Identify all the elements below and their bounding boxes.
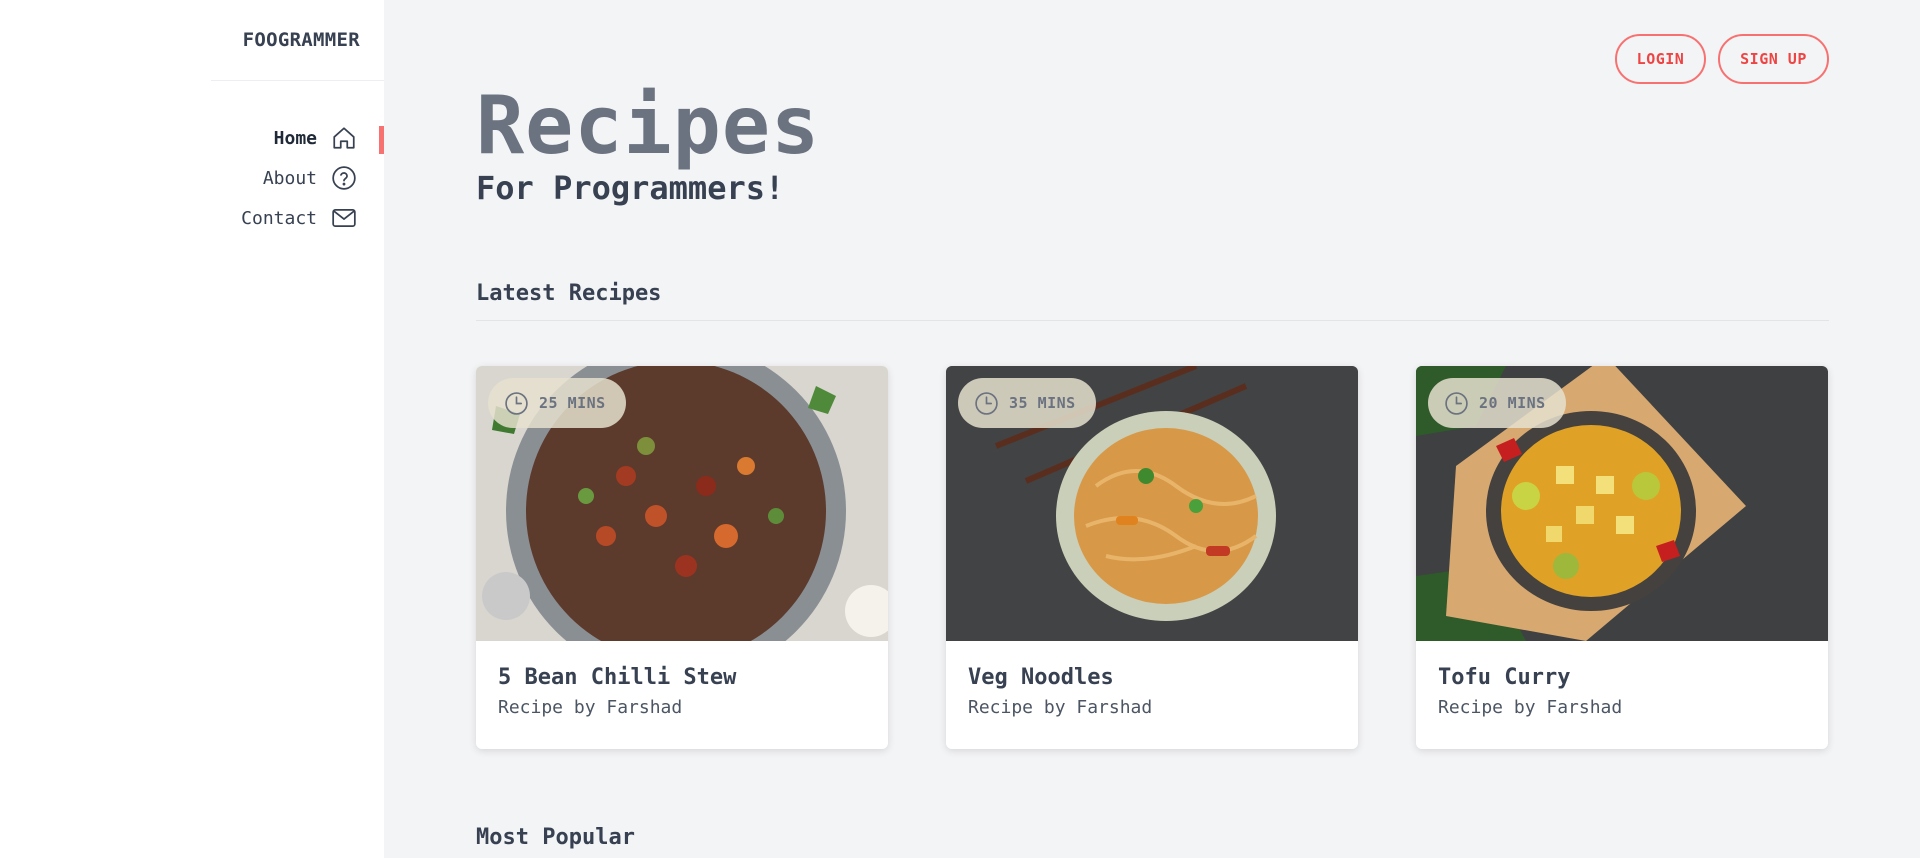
cook-time-badge: 20 MINS: [1428, 378, 1566, 428]
sidebar-item-about[interactable]: About: [0, 158, 384, 198]
sidebar-item-home[interactable]: Home: [0, 118, 384, 158]
sidebar: FOOGRAMMER Home About Contact: [0, 0, 384, 858]
recipe-image: 20 MINS: [1416, 366, 1828, 641]
home-icon: [331, 125, 357, 151]
signup-button[interactable]: SIGN UP: [1718, 34, 1829, 84]
recipe-title: Veg Noodles: [968, 665, 1114, 690]
sidebar-item-label: Contact: [241, 207, 317, 229]
recipe-author: Recipe by Farshad: [1438, 697, 1623, 718]
cook-time: 35 MINS: [1009, 394, 1076, 412]
brand-container: FOOGRAMMER: [211, 0, 384, 81]
page-title: Recipes: [476, 79, 821, 172]
sidebar-item-label: About: [262, 167, 317, 189]
clock-icon: [1445, 391, 1468, 415]
recipe-card-body: 5 Bean Chilli Stew Recipe by Farshad: [476, 641, 888, 740]
recipe-author: Recipe by Farshad: [498, 697, 683, 718]
page-subtitle: For Programmers!: [476, 169, 785, 207]
latest-recipes-list: 25 MINS 5 Bean Chilli Stew Recipe by Far…: [476, 366, 1829, 749]
latest-recipes-heading: Latest Recipes: [476, 281, 1829, 321]
sidebar-nav: Home About Contact: [0, 118, 384, 238]
envelope-icon: [331, 205, 357, 231]
auth-buttons: LOGIN SIGN UP: [1615, 34, 1829, 84]
cook-time-badge: 35 MINS: [958, 378, 1096, 428]
recipe-image: 25 MINS: [476, 366, 888, 641]
clock-icon: [505, 391, 528, 415]
recipe-card[interactable]: 20 MINS Tofu Curry Recipe by Farshad: [1416, 366, 1828, 749]
clock-icon: [975, 391, 998, 415]
recipe-author: Recipe by Farshad: [968, 697, 1153, 718]
recipe-image: 35 MINS: [946, 366, 1358, 641]
cook-time: 25 MINS: [539, 394, 606, 412]
sidebar-item-label: Home: [273, 127, 317, 149]
most-popular-heading: Most Popular: [476, 825, 635, 850]
recipe-title: Tofu Curry: [1438, 665, 1571, 690]
recipe-card-body: Veg Noodles Recipe by Farshad: [946, 641, 1358, 740]
hero: Recipes For Programmers!: [476, 0, 1829, 209]
main-content: LOGIN SIGN UP Recipes For Programmers! L…: [384, 0, 1920, 858]
cook-time: 20 MINS: [1479, 394, 1546, 412]
brand-logo[interactable]: FOOGRAMMER: [243, 29, 360, 51]
recipe-card-body: Tofu Curry Recipe by Farshad: [1416, 641, 1828, 740]
help-circle-icon: [331, 165, 357, 191]
recipe-card[interactable]: 25 MINS 5 Bean Chilli Stew Recipe by Far…: [476, 366, 888, 749]
login-button[interactable]: LOGIN: [1615, 34, 1706, 84]
recipe-card[interactable]: 35 MINS Veg Noodles Recipe by Farshad: [946, 366, 1358, 749]
recipe-title: 5 Bean Chilli Stew: [498, 665, 737, 690]
cook-time-badge: 25 MINS: [488, 378, 626, 428]
sidebar-item-contact[interactable]: Contact: [0, 198, 384, 238]
